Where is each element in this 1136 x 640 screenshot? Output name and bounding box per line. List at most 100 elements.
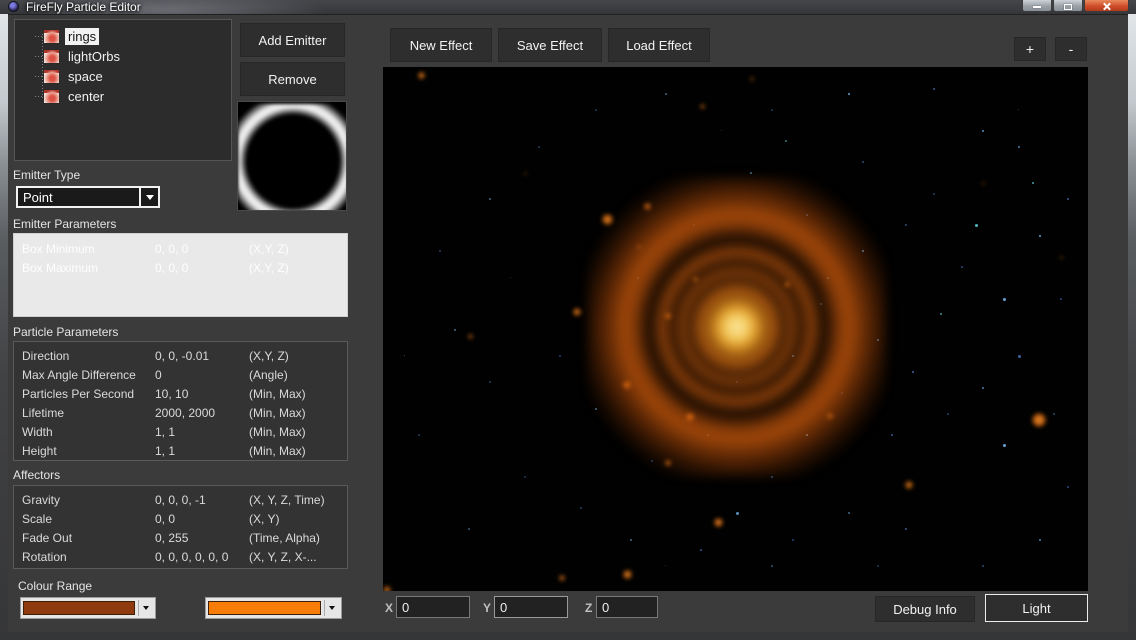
- emitter-type-dropdown[interactable]: Point: [16, 186, 160, 208]
- star: [524, 476, 526, 478]
- emitter-type-value: Point: [18, 190, 139, 205]
- z-axis-label: Z: [585, 601, 592, 615]
- parameter-row[interactable]: Height 1, 1 (Min, Max): [14, 441, 347, 460]
- texture-thumbnail-icon: [43, 69, 60, 84]
- debug-info-button[interactable]: Debug Info: [875, 596, 975, 622]
- glow-orb: [623, 570, 632, 579]
- y-axis-label: Y: [483, 601, 491, 615]
- affector-row[interactable]: Gravity 0, 0, 0, -1 (X, Y, Z, Time): [14, 490, 347, 509]
- y-position-input[interactable]: [494, 596, 568, 618]
- colour-range-label: Colour Range: [18, 579, 92, 593]
- star: [439, 250, 441, 252]
- affector-row[interactable]: Rotation 0, 0, 0, 0, 0, 0 (X, Y, Z, X-..…: [14, 547, 347, 566]
- glow-orb: [524, 172, 527, 175]
- star: [510, 277, 511, 278]
- star: [848, 512, 850, 514]
- x-position-input[interactable]: [396, 596, 470, 618]
- chevron-down-icon: [329, 606, 335, 610]
- star: [933, 88, 935, 90]
- star: [891, 434, 893, 436]
- parameter-row[interactable]: Max Angle Difference 0 (Angle): [14, 365, 347, 384]
- emitter-list-item[interactable]: center: [15, 86, 231, 106]
- star: [848, 93, 850, 95]
- texture-thumbnail-icon: [43, 49, 60, 64]
- star: [905, 224, 907, 226]
- emitter-item-label: space: [65, 68, 106, 85]
- app-icon: [8, 1, 19, 12]
- star: [961, 266, 963, 268]
- chevron-down-icon: [146, 195, 154, 200]
- glow-orb: [1060, 256, 1063, 259]
- texture-preview: [237, 101, 347, 211]
- star: [1053, 413, 1055, 415]
- star: [1032, 182, 1034, 184]
- z-position-input[interactable]: [596, 596, 658, 618]
- add-emitter-button[interactable]: Add Emitter: [240, 23, 345, 57]
- save-effect-button[interactable]: Save Effect: [498, 28, 602, 62]
- star: [559, 355, 561, 357]
- star: [1060, 298, 1062, 300]
- glow-orb: [714, 518, 723, 527]
- star: [975, 224, 978, 227]
- parameter-row: Box Minimum 0, 0, 0 (X,Y, Z): [14, 239, 347, 258]
- emitter-list-item[interactable]: lightOrbs: [15, 46, 231, 66]
- parameter-row[interactable]: Lifetime 2000, 2000 (Min, Max): [14, 403, 347, 422]
- zoom-out-button[interactable]: -: [1055, 37, 1087, 61]
- colour-start-dropdown[interactable]: [20, 597, 156, 619]
- new-effect-button[interactable]: New Effect: [390, 28, 492, 62]
- star: [1018, 109, 1019, 110]
- zoom-in-button[interactable]: +: [1014, 37, 1046, 61]
- parameter-row[interactable]: Width 1, 1 (Min, Max): [14, 422, 347, 441]
- glow-orb: [982, 182, 985, 185]
- star: [933, 193, 935, 195]
- window-border-right: [1128, 14, 1136, 640]
- load-effect-button[interactable]: Load Effect: [608, 28, 710, 62]
- dropdown-arrow-button[interactable]: [138, 600, 153, 616]
- star: [1003, 298, 1006, 301]
- affector-row[interactable]: Scale 0, 0 (X, Y): [14, 509, 347, 528]
- star: [468, 528, 470, 530]
- title-bar[interactable]: FireFly Particle Editor: [0, 0, 1136, 14]
- colour-end-dropdown[interactable]: [205, 597, 342, 619]
- dropdown-arrow-button[interactable]: [324, 600, 339, 616]
- star: [736, 512, 739, 515]
- star: [947, 413, 949, 415]
- glow-orb: [573, 308, 581, 316]
- star: [404, 355, 405, 356]
- window-title: FireFly Particle Editor: [26, 0, 141, 14]
- emitter-item-label: center: [65, 88, 107, 105]
- window-border-bottom: [8, 632, 1128, 640]
- texture-thumbnail-icon: [43, 29, 60, 44]
- maximize-button[interactable]: [1053, 0, 1083, 12]
- window-border-left: [0, 14, 8, 640]
- star: [785, 140, 787, 142]
- render-viewport[interactable]: [383, 67, 1088, 591]
- remove-emitter-button[interactable]: Remove: [240, 62, 345, 96]
- star: [665, 565, 666, 566]
- dropdown-arrow-button[interactable]: [139, 188, 158, 206]
- tree-line: [42, 34, 43, 98]
- emitter-list-item[interactable]: space: [15, 66, 231, 86]
- ring-texture-image: [238, 104, 347, 211]
- minimize-button[interactable]: [1022, 0, 1052, 12]
- emitter-type-label: Emitter Type: [13, 168, 80, 182]
- light-button[interactable]: Light: [985, 594, 1088, 622]
- colour-end-swatch: [208, 601, 321, 615]
- star: [940, 313, 942, 315]
- affectors-label: Affectors: [13, 468, 60, 482]
- star: [418, 434, 420, 436]
- parameter-row[interactable]: Particles Per Second 10, 10 (Min, Max): [14, 384, 347, 403]
- star: [1018, 355, 1021, 358]
- emitter-item-label: rings: [65, 28, 99, 45]
- texture-thumbnail-icon: [43, 89, 60, 104]
- star: [454, 329, 456, 331]
- emitter-list-item[interactable]: rings: [15, 26, 231, 46]
- glow-orb: [418, 72, 425, 79]
- close-button[interactable]: [1084, 0, 1129, 12]
- chevron-down-icon: [143, 606, 149, 610]
- affector-row[interactable]: Fade Out 0, 255 (Time, Alpha): [14, 528, 347, 547]
- emitter-list[interactable]: rings lightOrbs space center: [14, 19, 232, 161]
- parameter-row[interactable]: Direction 0, 0, -0.01 (X,Y, Z): [14, 346, 347, 365]
- star: [489, 381, 491, 383]
- star: [771, 109, 773, 111]
